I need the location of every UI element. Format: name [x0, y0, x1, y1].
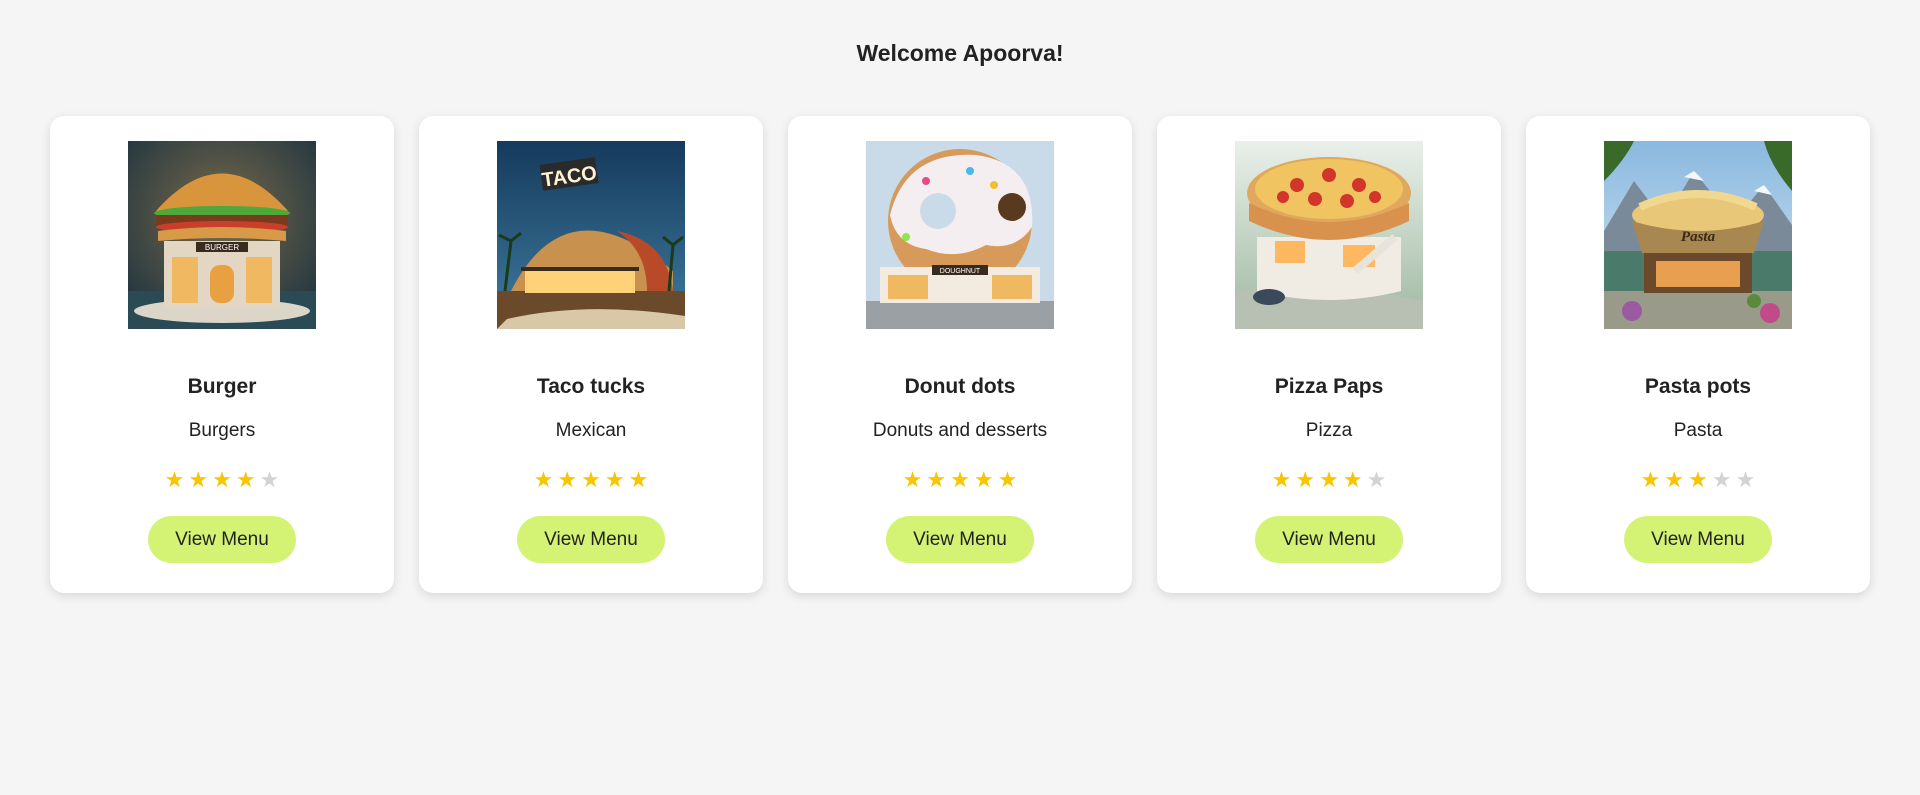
donut-building-image: DOUGHNUT	[866, 141, 1054, 329]
rating-stars: ★ ★ ★ ★ ★	[1641, 468, 1756, 492]
restaurant-card-donut-dots: DOUGHNUT Donut dots Donuts and desserts …	[788, 116, 1132, 593]
burger-sign-text: BURGER	[205, 243, 239, 252]
star-filled-icon: ★	[188, 467, 209, 492]
star-filled-icon: ★	[997, 467, 1018, 492]
view-menu-button[interactable]: View Menu	[1255, 516, 1403, 563]
star-filled-icon: ★	[235, 467, 256, 492]
view-menu-button[interactable]: View Menu	[1624, 516, 1772, 563]
restaurant-card-burger: BURGER Burger Burgers ★ ★ ★ ★ ★ View Menu	[50, 116, 394, 593]
star-filled-icon: ★	[164, 467, 185, 492]
star-filled-icon: ★	[973, 467, 994, 492]
restaurant-name: Pasta pots	[1644, 375, 1752, 398]
pasta-sign-text: Pasta	[1681, 229, 1716, 245]
star-filled-icon: ★	[1688, 467, 1708, 492]
star-filled-icon: ★	[1664, 467, 1685, 492]
rating-stars: ★ ★ ★ ★ ★	[165, 468, 280, 492]
restaurant-cuisine: Pasta	[1673, 420, 1723, 441]
star-filled-icon: ★	[604, 467, 625, 492]
star-filled-icon: ★	[1295, 467, 1316, 492]
restaurant-card-taco-tucks: TACO Taco tucks Mexican ★ ★ ★ ★ ★ View Menu	[419, 116, 763, 593]
taco-building-image: TACO	[497, 141, 685, 329]
star-empty-icon: ★	[259, 467, 280, 492]
restaurant-card-list: BURGER Burger Burgers ★ ★ ★ ★ ★ View Menu	[0, 116, 1920, 593]
view-menu-button[interactable]: View Menu	[148, 516, 296, 563]
view-menu-button[interactable]: View Menu	[886, 516, 1034, 563]
restaurant-name: Donut dots	[904, 375, 1016, 398]
restaurant-name: Pizza Paps	[1274, 375, 1384, 398]
star-filled-icon: ★	[533, 467, 554, 492]
rating-stars: ★ ★ ★ ★ ★	[903, 468, 1018, 492]
restaurant-cuisine: Donuts and desserts	[872, 420, 1048, 441]
star-filled-icon: ★	[1342, 467, 1363, 492]
pasta-building-image: Pasta	[1604, 141, 1792, 329]
restaurant-cuisine: Pizza	[1305, 420, 1353, 441]
restaurant-name: Burger	[187, 375, 257, 398]
restaurant-card-pasta-pots: Pasta Pasta pots Pasta ★ ★ ★ ★ ★ View Menu	[1526, 116, 1870, 593]
star-filled-icon: ★	[581, 467, 601, 492]
star-filled-icon: ★	[212, 467, 232, 492]
rating-stars: ★ ★ ★ ★ ★	[534, 468, 649, 492]
burger-building-image: BURGER	[128, 141, 316, 329]
star-filled-icon: ★	[950, 467, 970, 492]
view-menu-button[interactable]: View Menu	[517, 516, 665, 563]
star-empty-icon: ★	[1366, 467, 1387, 492]
restaurant-card-pizza-paps: Pizza Paps Pizza ★ ★ ★ ★ ★ View Menu	[1157, 116, 1501, 593]
donut-sign-text: DOUGHNUT	[940, 268, 981, 275]
welcome-heading: Welcome Apoorva!	[856, 40, 1064, 66]
star-filled-icon: ★	[902, 467, 923, 492]
restaurant-cuisine: Burgers	[188, 420, 256, 441]
star-filled-icon: ★	[1640, 467, 1661, 492]
restaurant-name: Taco tucks	[536, 375, 646, 398]
star-filled-icon: ★	[1271, 467, 1292, 492]
star-filled-icon: ★	[628, 467, 649, 492]
star-filled-icon: ★	[926, 467, 947, 492]
rating-stars: ★ ★ ★ ★ ★	[1272, 468, 1387, 492]
star-filled-icon: ★	[557, 467, 578, 492]
restaurant-cuisine: Mexican	[555, 420, 627, 441]
pizza-building-image	[1235, 141, 1423, 329]
star-empty-icon: ★	[1711, 467, 1732, 492]
star-filled-icon: ★	[1319, 467, 1339, 492]
star-empty-icon: ★	[1735, 467, 1756, 492]
